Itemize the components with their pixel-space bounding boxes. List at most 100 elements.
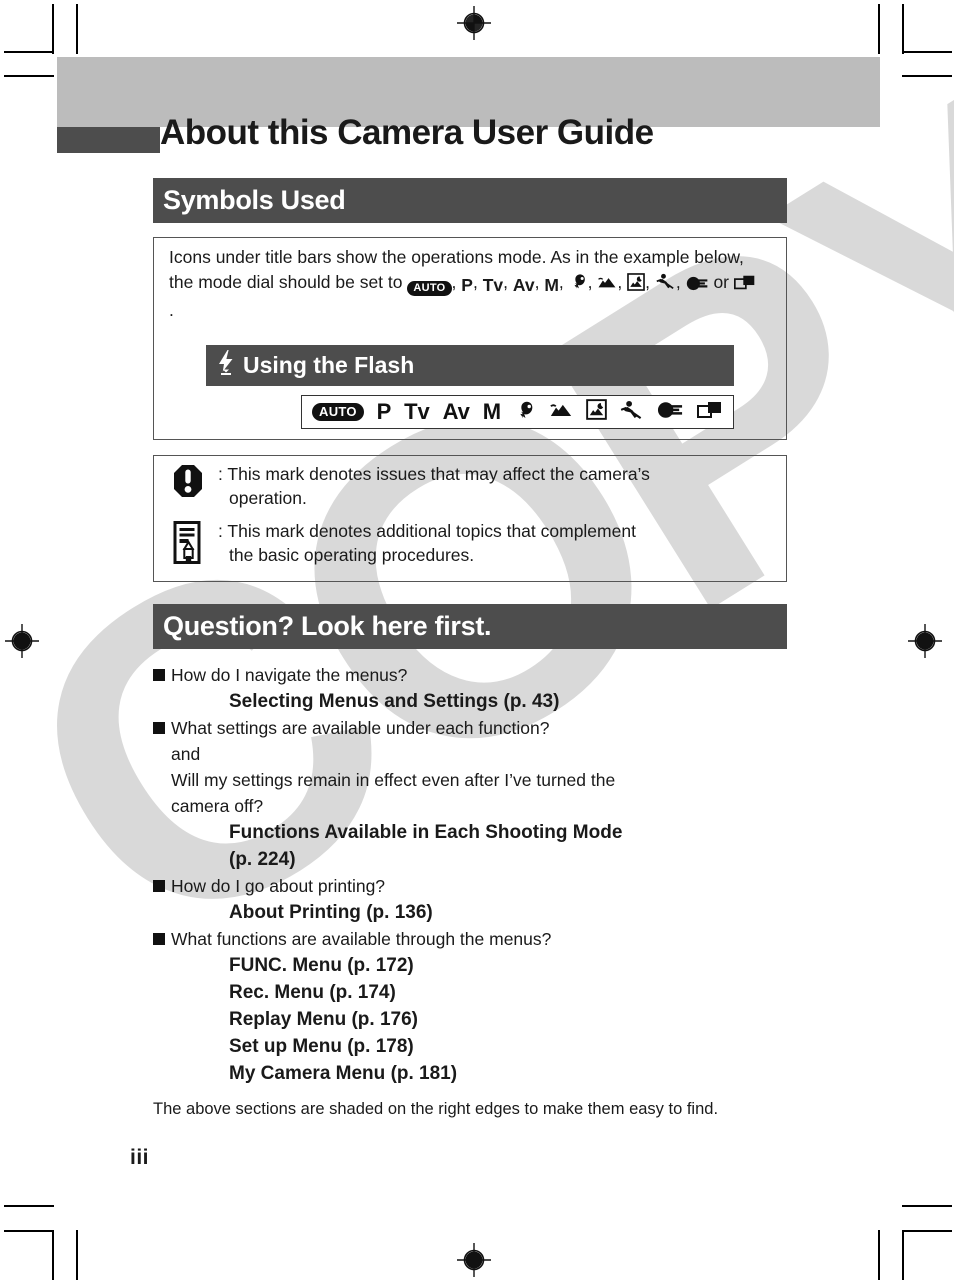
flash-icon [218,349,234,382]
qa-answer[interactable]: Functions Available in Each Shooting Mod… [153,819,793,846]
qa-answer[interactable]: Rec. Menu (p. 174) [153,979,793,1006]
qa-answer-title: FUNC. Menu [229,955,342,976]
comma-3: , [503,272,513,292]
qa-question-label: How do I navigate the menus? [171,665,408,685]
page-number: iii [130,1146,150,1169]
qa-answer-page: (p. 178) [347,1036,414,1057]
qa-item: What settings are available under each f… [153,715,793,873]
aperture-priority-mode-icon: Av [512,275,535,295]
qa-answer-title: My Camera Menu [229,1063,386,1084]
intro-mid: or [708,272,734,292]
movie-mode-icon [686,273,709,298]
section-header-question-label: Question? Look here first. [163,611,492,641]
note-mark-line2: the basic operating procedures. [229,545,475,565]
qa-answer[interactable]: About Printing (p. 136) [153,899,793,926]
manual-mode-icon: M [482,399,502,424]
qa-item: What functions are available through the… [153,926,793,1087]
note-mark-row: : This mark denotes additional topics th… [168,519,772,567]
qa-question: How do I go about printing? [153,873,793,899]
qa-answer-page: (p. 136) [366,902,433,923]
comma-1: , [451,272,462,292]
qa-answer-page: (p. 181) [390,1063,458,1084]
qa-answer-title: Selecting Menus and Settings [229,691,499,712]
warning-mark-row: : This mark denotes issues that may affe… [168,462,772,510]
qa-answer-page: (p. 174) [329,982,396,1003]
qa-question: How do I navigate the menus? [153,662,793,688]
bullet-square-icon [153,880,165,892]
warning-mark-line1: : This mark denotes issues that may affe… [218,464,650,484]
comma-7: , [617,272,628,292]
warning-mark-line2: operation. [229,488,307,508]
page-content: About this Camera User Guide Symbols Use… [0,0,954,1283]
qa-answer-page-line[interactable]: (p. 224) [153,846,793,873]
symbols-intro-paragraph: Icons under title bars show the operatio… [169,245,759,323]
qa-answer-page: (p. 224) [229,849,296,870]
warning-mark-text: : This mark denotes issues that may affe… [218,462,650,510]
auto-mode-icon: AUTO [312,403,364,421]
qa-answer[interactable]: Selecting Menus and Settings (p. 43) [153,688,793,715]
footnote: The above sections are shaded on the rig… [153,1098,773,1121]
qa-extra-line: camera off? [171,796,264,816]
note-icon [168,519,208,565]
stitch-assist-mode-icon [733,273,756,298]
intro-end: . [169,300,174,320]
qa-answer[interactable]: Replay Menu (p. 176) [153,1006,793,1033]
page-title: About this Camera User Guide [160,113,654,152]
qa-extra-line: and [171,744,201,764]
comma-8: , [645,272,655,292]
movie-mode-icon [657,401,684,424]
qa-question: What functions are available through the… [153,926,793,952]
qa-answer[interactable]: FUNC. Menu (p. 172) [153,952,793,979]
qa-answer[interactable]: My Camera Menu (p. 181) [153,1060,793,1087]
qa-answer[interactable]: Set up Menu (p. 178) [153,1033,793,1060]
bullet-square-icon [153,669,165,681]
program-mode-icon: P [376,399,392,424]
comma-6: , [587,272,598,292]
example-title-label: Using the Flash [243,352,415,378]
qa-answer-page: (p. 43) [503,691,560,712]
qa-item: How do I navigate the menus? Selecting M… [153,662,793,715]
qa-answer-title: Rec. Menu [229,982,325,1003]
shutter-priority-mode-icon: Tv [482,275,504,295]
sports-mode-icon [655,272,676,298]
sports-mode-icon [619,399,644,426]
footnote-line1: The above sections are shaded on the rig… [153,1100,625,1118]
landscape-mode-icon [549,399,573,425]
comma-9: , [675,272,686,292]
night-scene-mode-icon [627,273,645,298]
qa-question-label: What settings are available under each f… [171,718,550,738]
question-answer-list: How do I navigate the menus? Selecting M… [153,662,793,1087]
example-block: Using the Flash AUTO P Tv Av M [206,345,734,429]
note-mark-line1: : This mark denotes additional topics th… [218,521,636,541]
comma-4: , [534,272,545,292]
qa-question-label: What functions are available through the… [171,929,552,949]
comma-2: , [472,272,483,292]
section-header-symbols-used-label: Symbols Used [163,185,346,215]
program-mode-icon: P [461,275,473,295]
qa-answer-title: Replay Menu [229,1009,347,1030]
qa-answer-title: About Printing [229,902,361,923]
bullet-square-icon [153,933,165,945]
bullet-square-icon [153,722,165,734]
landscape-mode-icon [597,273,617,298]
note-mark-text: : This mark denotes additional topics th… [218,519,636,567]
mode-icon-strip: AUTO P Tv Av M [301,395,734,429]
stitch-assist-mode-icon [696,400,723,425]
portrait-mode-icon [569,272,588,298]
section-header-symbols-used: Symbols Used [153,178,787,223]
qa-answer-title: Set up Menu [229,1036,342,1057]
comma-5: , [558,272,569,292]
night-scene-mode-icon [585,399,607,425]
portrait-mode-icon [514,399,536,426]
manual-mode-icon: M [544,275,559,295]
qa-item: How do I go about printing? About Printi… [153,873,793,926]
shutter-priority-mode-icon: Tv [404,399,430,424]
qa-answer-page: (p. 176) [351,1009,419,1030]
auto-mode-icon: AUTO [407,281,452,296]
qa-question-label: How do I go about printing? [171,876,386,896]
qa-answer-title: Functions Available in Each Shooting Mod… [229,822,623,843]
qa-answer-page: (p. 172) [347,955,414,976]
qa-question: What settings are available under each f… [153,715,793,741]
aperture-priority-mode-icon: Av [442,399,470,424]
section-header-question: Question? Look here first. [153,604,787,649]
